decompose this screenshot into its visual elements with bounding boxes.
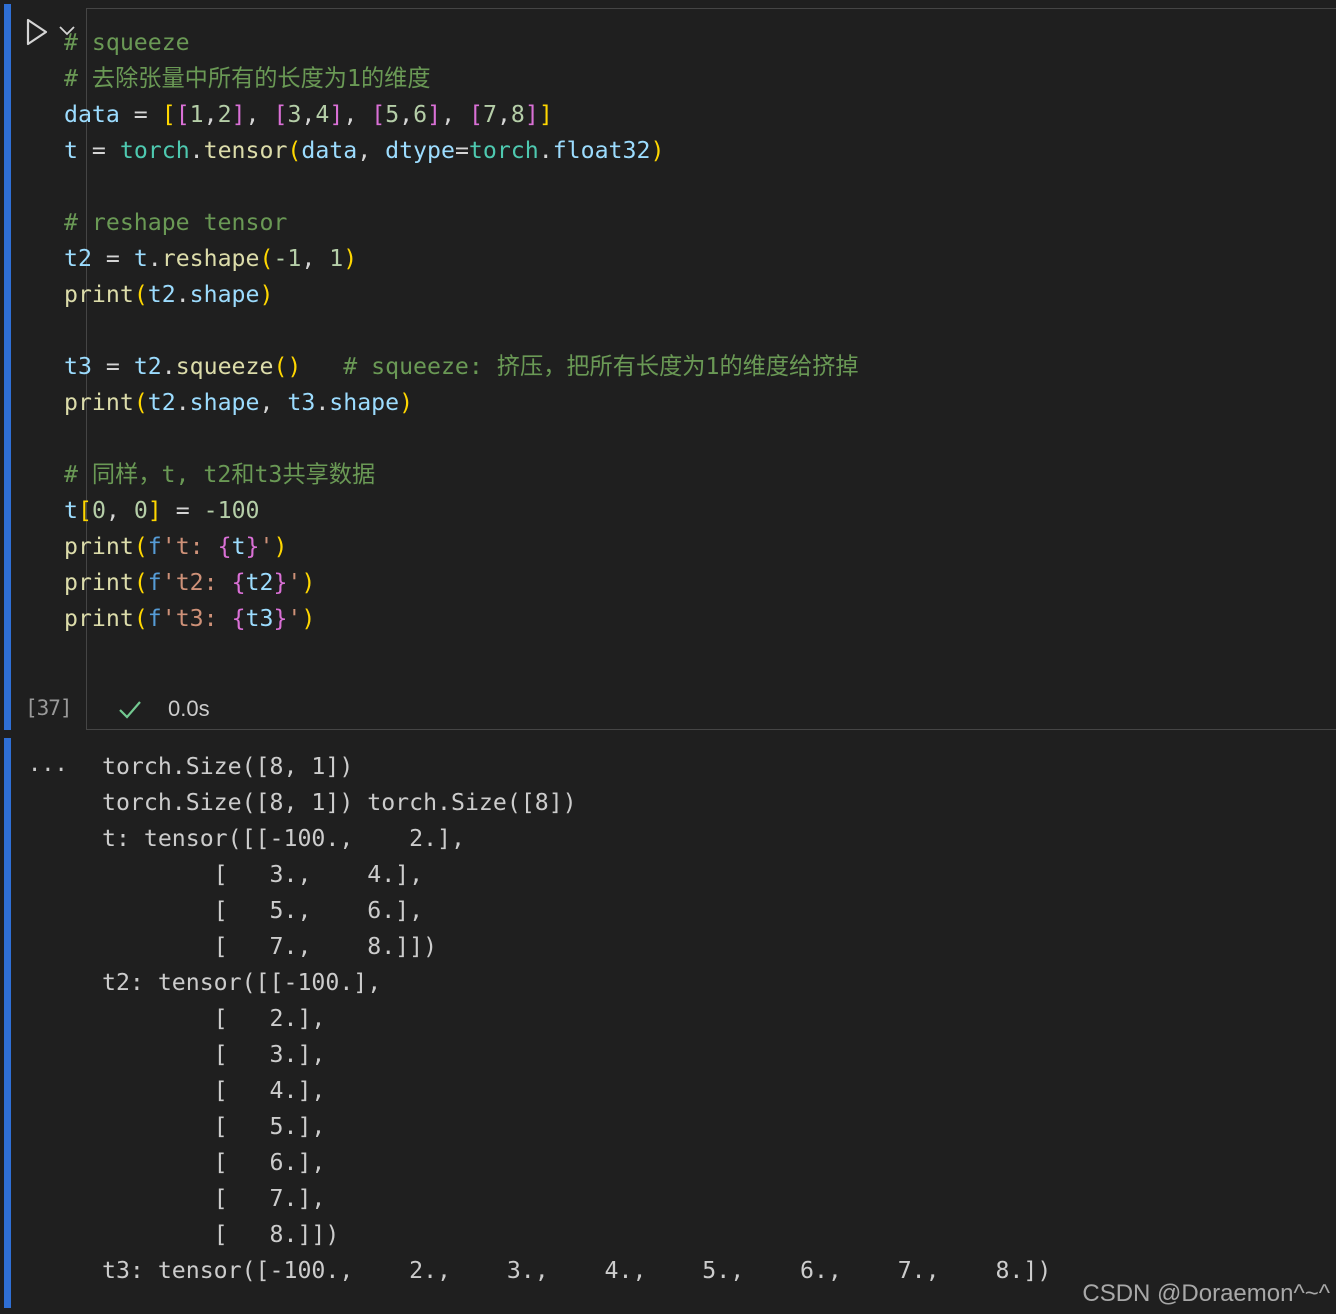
output-line: [ 3.],	[102, 1041, 326, 1068]
output-line: t: tensor([[-100., 2.],	[102, 825, 465, 852]
code-line: # reshape tensor	[64, 209, 288, 236]
play-icon	[26, 18, 48, 46]
output-line: torch.Size([8, 1]) torch.Size([8])	[102, 789, 577, 816]
output-text: torch.Size([8, 1]) torch.Size([8, 1]) to…	[102, 749, 1051, 1289]
code-line: data = [[1,2], [3,4], [5,6], [7,8]]	[64, 101, 553, 128]
check-icon	[119, 701, 141, 719]
code-line: t[0, 0] = -100	[64, 497, 260, 524]
output-line: [ 5.],	[102, 1113, 326, 1140]
code-line: # 同样，t, t2和t3共享数据	[64, 461, 376, 488]
output-line: [ 2.],	[102, 1005, 326, 1032]
output-line: t3: tensor([-100., 2., 3., 4., 5., 6., 7…	[102, 1257, 1052, 1284]
code-line: t3 = t2.squeeze() # squeeze: 挤压，把所有长度为1的…	[64, 353, 859, 380]
code-line: print(t2.shape)	[64, 281, 274, 308]
output-line: [ 5., 6.],	[102, 897, 424, 924]
execution-time: 0.0s	[168, 696, 210, 721]
cell-focus-bar	[4, 4, 11, 730]
execution-count: [37]	[25, 696, 73, 720]
run-cell-button[interactable]	[22, 16, 52, 48]
code-line: t = torch.tensor(data, dtype=torch.float…	[64, 137, 665, 164]
output-focus-bar	[4, 738, 11, 1308]
output-line: torch.Size([8, 1])	[102, 753, 354, 780]
code-line: print(f't: {t}')	[64, 533, 288, 560]
output-line: t2: tensor([[-100.],	[102, 969, 382, 996]
output-line: [ 3., 4.],	[102, 861, 424, 888]
code-line: print(t2.shape, t3.shape)	[64, 389, 414, 416]
output-line: [ 4.],	[102, 1077, 326, 1104]
watermark: CSDN @Doraemon^~^	[1082, 1280, 1330, 1307]
output-line: [ 7.],	[102, 1185, 326, 1212]
code-content[interactable]: # squeeze # 去除张量中所有的长度为1的维度 data = [[1,2],…	[64, 25, 859, 637]
code-line: t2 = t.reshape(-1, 1)	[64, 245, 358, 272]
output-line: [ 8.]])	[102, 1221, 340, 1248]
code-line: print(f't3: {t3}')	[64, 605, 316, 632]
output-line: [ 6.],	[102, 1149, 326, 1176]
output-more-button[interactable]: ...	[28, 752, 68, 777]
code-line: # squeeze	[64, 29, 190, 56]
code-line: print(f't2: {t2}')	[64, 569, 316, 596]
code-line: # 去除张量中所有的长度为1的维度	[64, 65, 431, 92]
output-line: [ 7., 8.]])	[102, 933, 438, 960]
